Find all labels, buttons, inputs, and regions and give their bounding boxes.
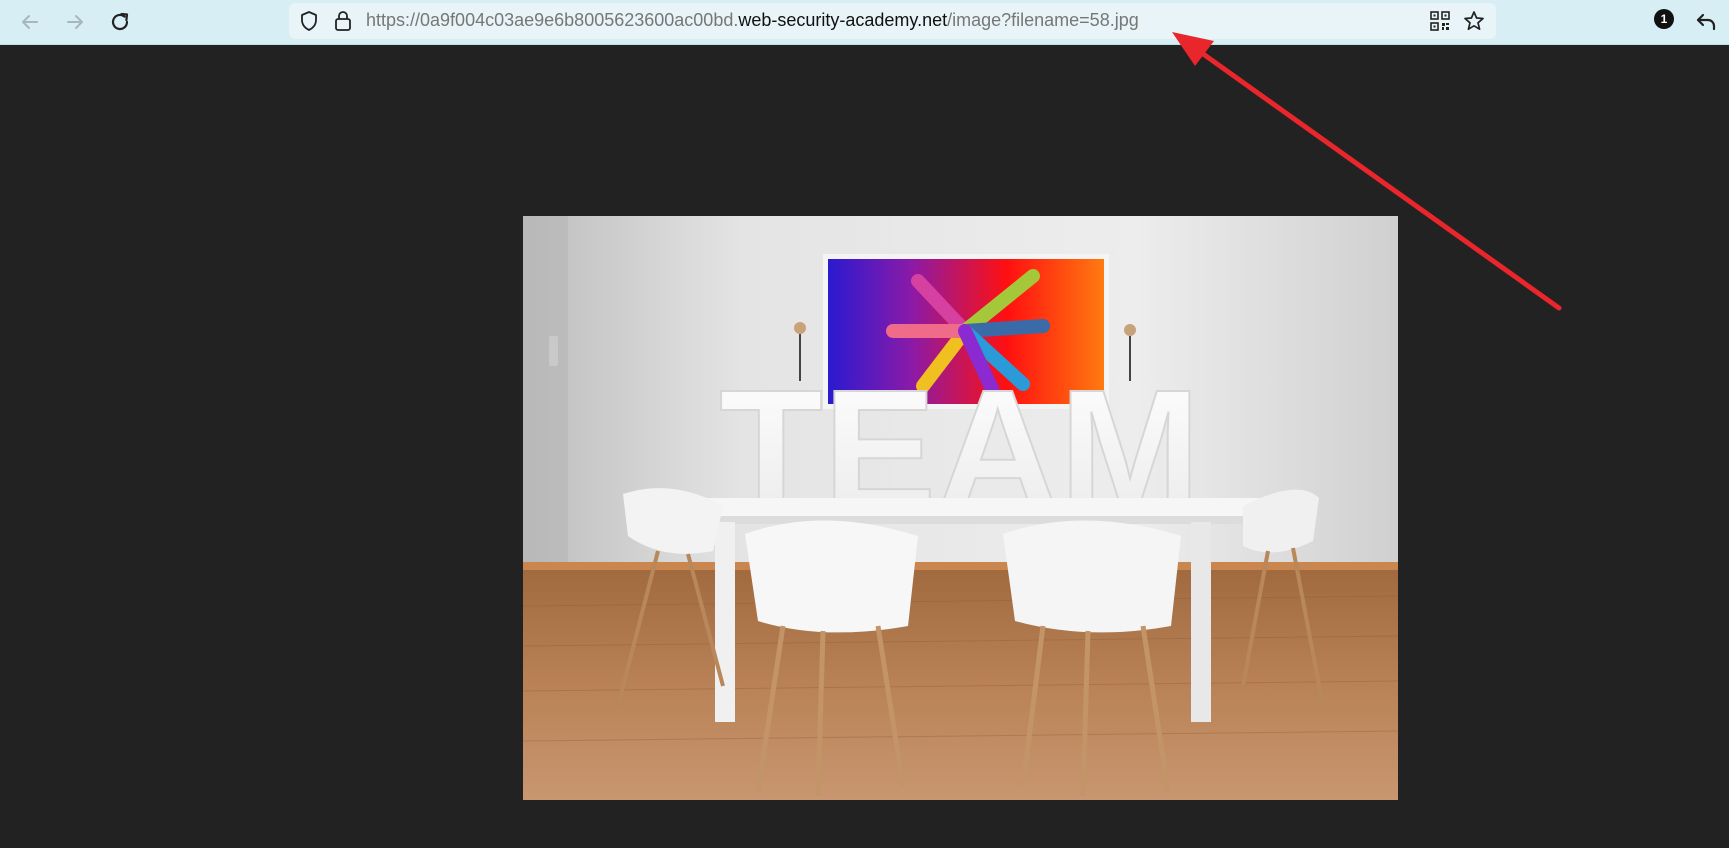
displayed-image: TEAM bbox=[523, 216, 1398, 800]
arrow-left-icon bbox=[22, 15, 38, 29]
shield-icon[interactable] bbox=[298, 10, 320, 32]
notification-badge[interactable]: 1 bbox=[1654, 9, 1674, 29]
undo-arrow-icon bbox=[1696, 13, 1716, 31]
lock-icon[interactable] bbox=[333, 10, 353, 32]
undo-button[interactable] bbox=[1690, 6, 1722, 38]
url-path: /image?filename=58.jpg bbox=[947, 10, 1139, 30]
url-host: web-security-academy.net bbox=[738, 10, 948, 30]
team-room-photo: TEAM bbox=[523, 216, 1398, 800]
qr-code-icon[interactable] bbox=[1430, 11, 1450, 31]
back-button[interactable] bbox=[14, 6, 46, 38]
forward-button[interactable] bbox=[59, 6, 91, 38]
reload-button[interactable] bbox=[104, 6, 136, 38]
bookmark-star-icon[interactable] bbox=[1463, 10, 1485, 32]
reload-icon bbox=[111, 12, 129, 31]
arrow-right-icon bbox=[67, 15, 83, 29]
url-text[interactable]: https://0a9f004c03ae9e6b8005623600ac00bd… bbox=[366, 9, 1139, 31]
browser-toolbar: https://0a9f004c03ae9e6b8005623600ac00bd… bbox=[0, 0, 1729, 45]
url-prefix: https://0a9f004c03ae9e6b8005623600ac00bd… bbox=[366, 10, 739, 30]
